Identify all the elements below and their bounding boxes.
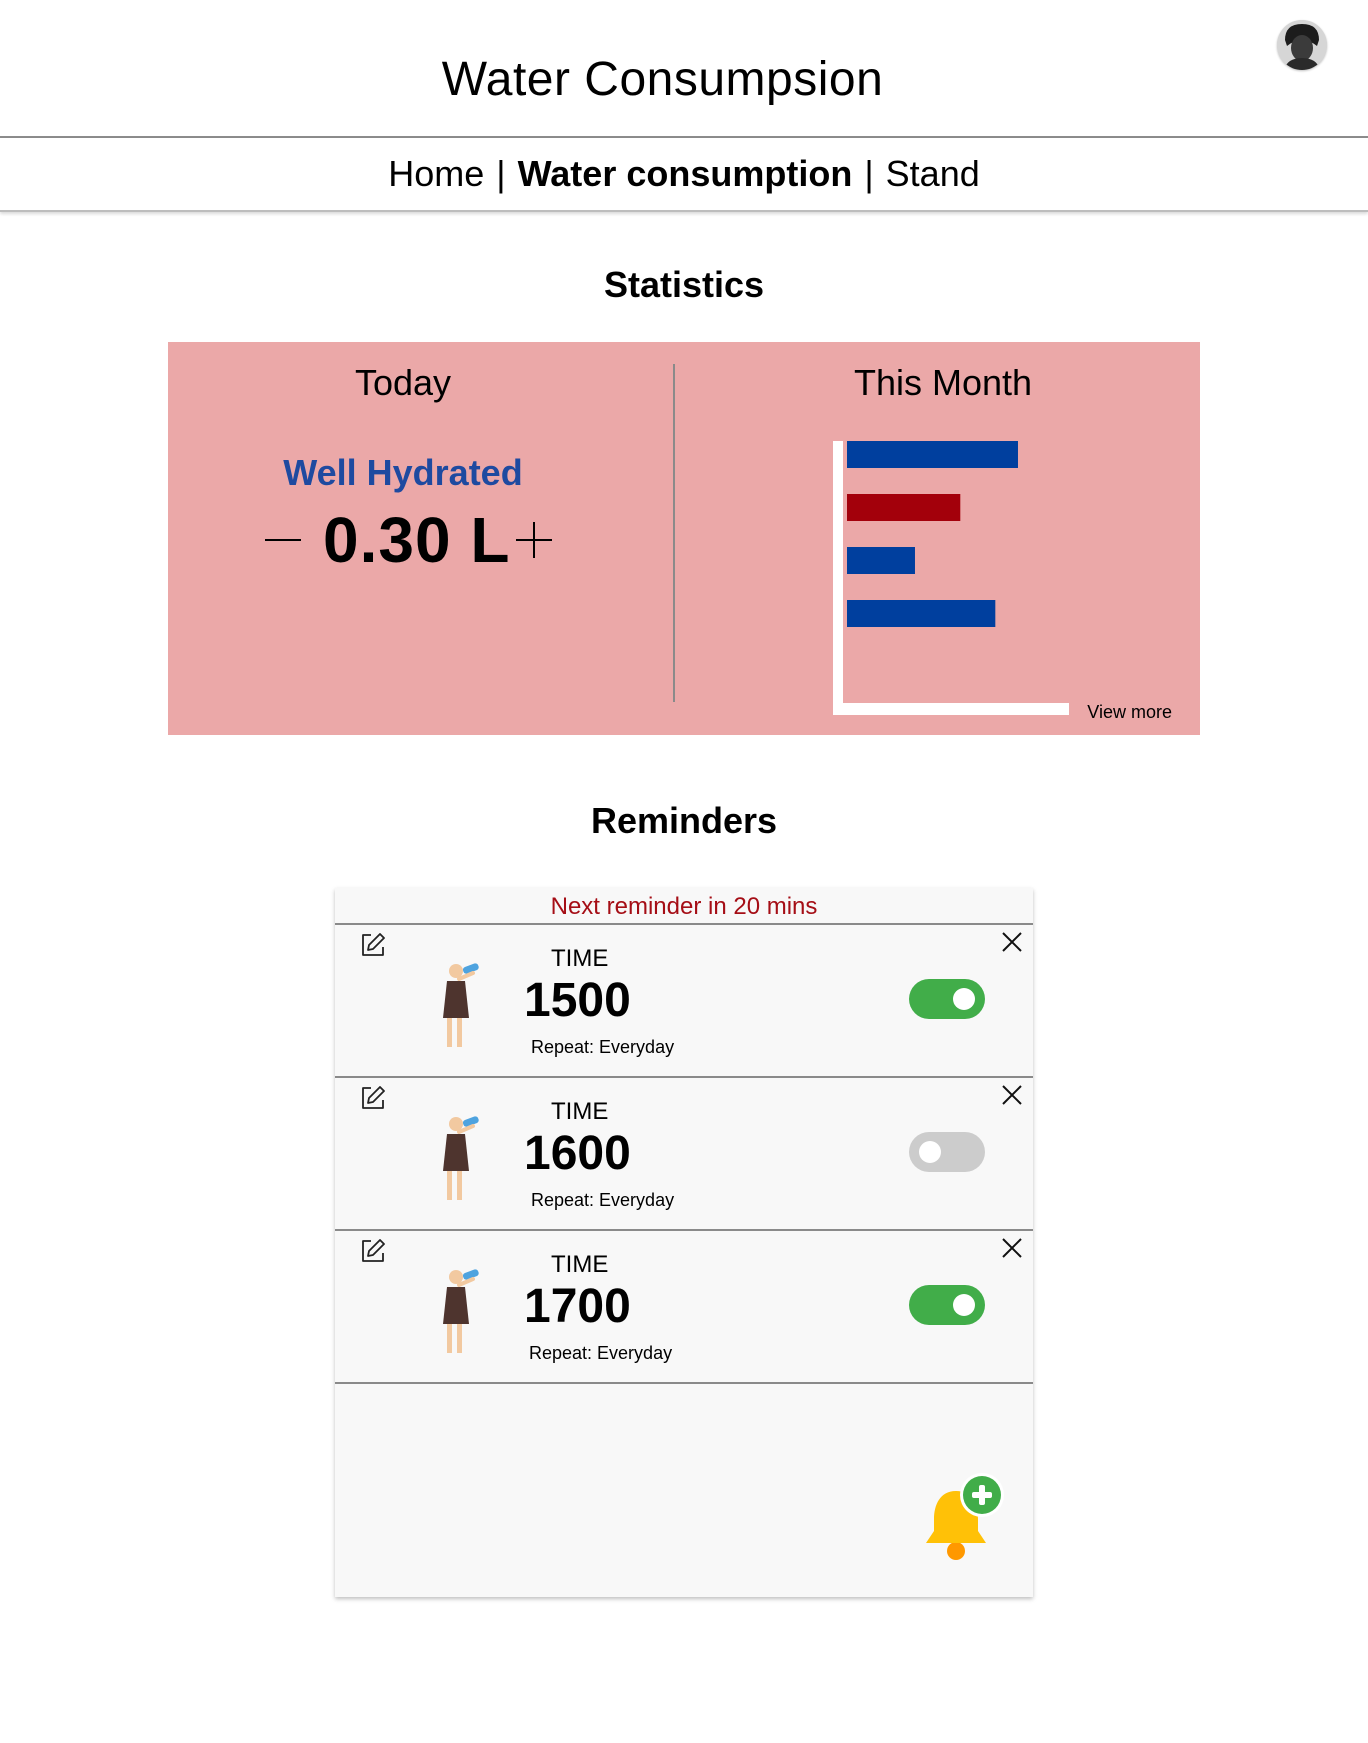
avatar-icon xyxy=(1277,20,1327,70)
nav-separator: | xyxy=(864,153,874,194)
amount-control: 0.30 L xyxy=(265,500,553,580)
person-drinking-water-icon xyxy=(443,1116,479,1200)
chart-bar xyxy=(847,441,1018,468)
reminder-time: 1500 xyxy=(524,974,631,1027)
time-label: TIME xyxy=(551,1098,609,1125)
stats-divider xyxy=(673,364,675,702)
nav-home[interactable]: Home xyxy=(388,153,484,195)
reminder-toggle[interactable] xyxy=(909,1132,985,1172)
reminder-toggle[interactable] xyxy=(909,1285,985,1325)
statistics-card: Today Well Hydrated 0.30 L This Month Vi… xyxy=(168,342,1200,735)
person-drinking-water-icon xyxy=(443,963,479,1047)
nav-separator: | xyxy=(496,153,506,194)
chart-bar xyxy=(847,547,915,574)
view-more-link[interactable]: View more xyxy=(1087,702,1172,723)
reminder-row: TIME 1700 Repeat: Everyday xyxy=(335,1231,1033,1384)
toggle-knob xyxy=(953,1294,975,1316)
repeat-text: Repeat: Everyday xyxy=(529,1343,673,1363)
chart-y-axis xyxy=(833,441,843,715)
month-label: This Month xyxy=(853,362,1033,403)
hydration-status: Well Hydrated xyxy=(283,452,523,493)
user-avatar[interactable] xyxy=(1277,20,1327,70)
edit-icon[interactable] xyxy=(359,1084,387,1112)
reminders-heading: Reminders xyxy=(590,800,778,841)
reminder-time: 1600 xyxy=(524,1127,631,1180)
person-drinking-water-icon xyxy=(443,1269,479,1353)
today-label: Today xyxy=(354,362,452,403)
reminders-panel: Next reminder in 20 mins TIME 1500 Repea… xyxy=(335,888,1033,1597)
plus-circle-icon xyxy=(960,1473,1004,1517)
close-icon[interactable] xyxy=(1001,931,1023,953)
toggle-knob xyxy=(953,988,975,1010)
chart-x-axis xyxy=(833,703,1069,715)
reminder-row: TIME 1600 Repeat: Everyday xyxy=(335,1078,1033,1231)
next-reminder-notice: Next reminder in 20 mins xyxy=(335,888,1033,925)
time-label: TIME xyxy=(551,1251,609,1278)
reminder-row: TIME 1500 Repeat: Everyday xyxy=(335,925,1033,1078)
amount-value: 0.30 L xyxy=(323,504,511,576)
decrease-amount-button[interactable] xyxy=(265,539,301,541)
close-icon[interactable] xyxy=(1001,1084,1023,1106)
chart-bar xyxy=(847,600,996,627)
time-label: TIME xyxy=(551,945,609,972)
main-nav: Home | Water consumption | Stand xyxy=(0,138,1368,212)
repeat-text: Repeat: Everyday xyxy=(531,1190,675,1210)
edit-icon[interactable] xyxy=(359,931,387,959)
page-title: Water Consumpsion xyxy=(441,53,884,106)
nav-stand[interactable]: Stand xyxy=(886,153,980,195)
page: Water Consumpsion Home | Water consumpti… xyxy=(0,0,1368,1743)
edit-icon[interactable] xyxy=(359,1237,387,1265)
increase-amount-button[interactable] xyxy=(516,522,553,558)
close-icon[interactable] xyxy=(1001,1237,1023,1259)
repeat-text: Repeat: Everyday xyxy=(531,1037,675,1057)
add-reminder-button[interactable] xyxy=(920,1473,1010,1563)
reminder-toggle[interactable] xyxy=(909,979,985,1019)
reminder-time: 1700 xyxy=(524,1280,631,1333)
chart-bar xyxy=(847,494,961,521)
toggle-knob xyxy=(919,1141,941,1163)
nav-water-consumption[interactable]: Water consumption xyxy=(518,153,853,195)
statistics-heading: Statistics xyxy=(603,264,765,305)
month-bar-chart xyxy=(833,441,1069,715)
